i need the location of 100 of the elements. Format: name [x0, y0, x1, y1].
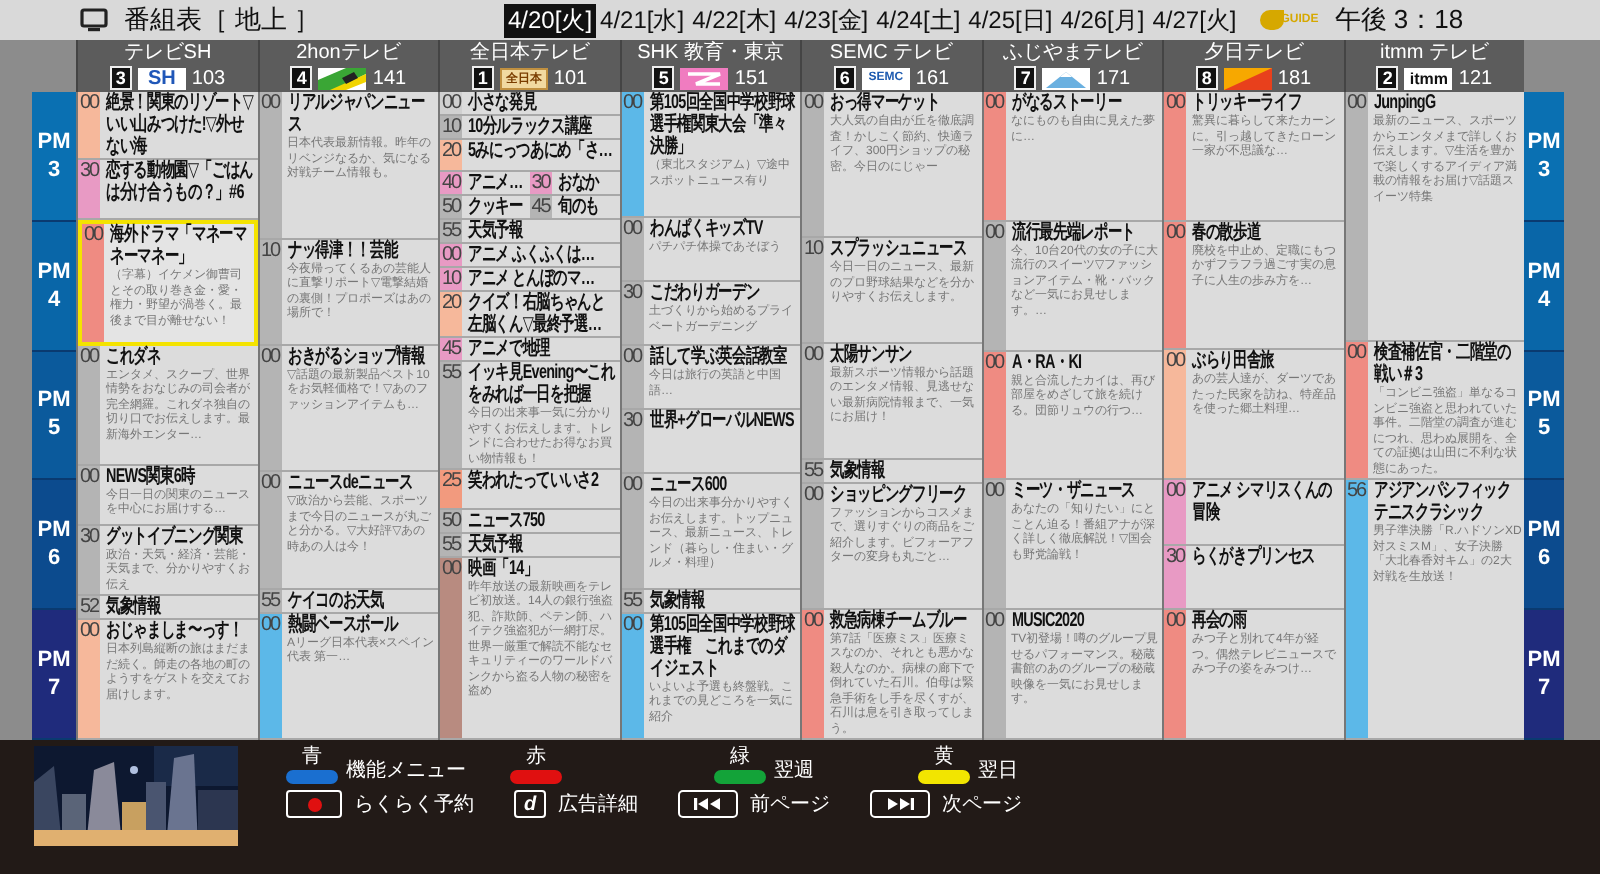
- program-cell[interactable]: 30 おなか: [529, 172, 619, 197]
- program-cell[interactable]: 00 アニメ シマリスくんの冒険: [1164, 479, 1343, 546]
- program-title: ニュース600: [649, 474, 727, 497]
- hour-label: PM 6: [1524, 480, 1564, 611]
- previous-page-icon[interactable]: [678, 790, 738, 818]
- program-cell[interactable]: 50 クッキー: [440, 196, 530, 221]
- key-function: 広告詳細: [558, 791, 638, 818]
- channel-name: テレビSH: [123, 42, 212, 64]
- program-title: クッキー: [468, 196, 525, 219]
- date-tab[interactable]: 4/20[火]: [504, 3, 597, 37]
- start-minute: 52: [78, 596, 100, 619]
- program-cell[interactable]: 00 アニメ ふくふくは…: [440, 244, 619, 269]
- channel-button: 5: [652, 66, 675, 90]
- program-title: おじゃましま〜っす！: [106, 620, 245, 643]
- channel-number: 181: [1277, 67, 1312, 89]
- program-title: NEWS関東6時: [106, 465, 198, 488]
- date-tab[interactable]: 4/24[土]: [872, 3, 965, 37]
- program-title: おきがるショップ情報: [287, 345, 427, 368]
- start-minute: 10: [802, 238, 824, 342]
- channel-header[interactable]: ふじやまテレビ 7 171: [981, 40, 1162, 92]
- start-minute: 00: [621, 474, 643, 588]
- program-title: クイズ！右脳ちゃんと左脳くん▽最終予選…: [468, 292, 607, 337]
- channel-number: 151: [734, 67, 769, 89]
- program-title: わんぱくキッズTV: [649, 218, 765, 241]
- program-cell[interactable]: 40 アニメ…: [440, 172, 530, 197]
- date-tab[interactable]: 4/23[金]: [780, 3, 873, 37]
- program-title: 5みにっつあにめ「さ…: [468, 140, 615, 162]
- program-title: こだわりガーデン: [649, 282, 760, 305]
- start-minute: 55: [259, 589, 281, 612]
- program-title: らくがきプリンセス: [1192, 545, 1318, 568]
- start-minute: 00: [1164, 92, 1186, 220]
- program-cell[interactable]: 30 恋する動物園▽「ごはんは分け合うもの？」#6: [78, 160, 257, 221]
- start-minute: 00: [78, 92, 100, 158]
- channel-header[interactable]: 2honテレビ 4 141: [257, 40, 438, 92]
- color-key-button[interactable]: [510, 770, 562, 784]
- key-function: 翌日: [978, 758, 1018, 784]
- clock-time: 午後 3：18: [1334, 2, 1464, 38]
- start-minute: 10: [259, 239, 281, 344]
- screen-title: 番組表［ 地上 ］: [124, 2, 323, 38]
- date-tab[interactable]: 4/26[月]: [1056, 3, 1149, 37]
- program-cell[interactable]: 20 クイズ！右脳ちゃんと左脳くん▽最終予選…: [440, 292, 619, 339]
- program-cell[interactable]: 10 10分ルラックス講座: [440, 116, 619, 140]
- color-key-button[interactable]: [918, 770, 970, 784]
- program-cell[interactable]: 55 天気予報: [440, 220, 619, 245]
- program-cell[interactable]: 55 気象情報: [802, 459, 981, 484]
- next-page-icon[interactable]: [870, 790, 930, 818]
- program-cell[interactable]: 50 ニュース750: [440, 509, 619, 534]
- program-cell[interactable]: 55 天気予報: [440, 533, 619, 558]
- program-cell[interactable]: 10 アニメ とんぼのマ…: [440, 268, 619, 293]
- channel-logo: [680, 67, 729, 89]
- program-cell[interactable]: 55 気象情報: [621, 589, 800, 614]
- start-minute: 30: [621, 410, 643, 473]
- program-title: 救急病棟チームブルー: [830, 609, 969, 631]
- channel-header[interactable]: テレビSH 3 SH 103: [76, 40, 257, 92]
- channel-header[interactable]: SHK 教育・東京 5 151: [619, 40, 800, 92]
- program-title: ナッ得津！！芸能: [287, 239, 400, 262]
- program-title: 旬のも: [557, 196, 601, 219]
- start-minute: 00: [621, 613, 643, 738]
- start-minute: 00: [983, 351, 1005, 479]
- program-title: アニメ ふくふくは…: [468, 244, 597, 267]
- program-title: 海外ドラマ「マネーマネーマネー」: [110, 224, 249, 269]
- start-minute: 10: [440, 116, 462, 138]
- date-tab[interactable]: 4/22[木]: [688, 3, 781, 37]
- d-button[interactable]: d: [514, 790, 546, 818]
- date-tab[interactable]: 4/27[火]: [1148, 3, 1241, 37]
- program-cell[interactable]: 55 ケイコのお天気: [259, 589, 438, 614]
- start-minute: 30: [78, 160, 100, 219]
- program-title: がなるストーリー: [1011, 92, 1124, 114]
- program-cell[interactable]: 45 アニメで地理: [440, 338, 619, 363]
- start-minute: 55: [802, 459, 824, 482]
- program-cell[interactable]: 20 5みにっつあにめ「さ…: [440, 140, 619, 173]
- program-cell[interactable]: 25 笑われたっていいさ2: [440, 470, 619, 510]
- program-cell[interactable]: 52 気象情報: [78, 596, 257, 621]
- program-title: ニュースdeニュース: [287, 472, 414, 495]
- program-title: ケイコのお天気: [287, 589, 386, 612]
- program-cell[interactable]: 30 世界+グローバルNEWS: [621, 410, 800, 475]
- color-key-button[interactable]: [286, 770, 338, 784]
- program-cell[interactable]: 30 らくがきプリンセス: [1164, 545, 1343, 611]
- channel-name: 全日本テレビ: [469, 42, 590, 64]
- start-minute: 20: [440, 292, 462, 337]
- program-title: 笑われたっていいさ2: [468, 470, 601, 493]
- channel-header[interactable]: itmm テレビ 2 itmm 121: [1343, 40, 1524, 92]
- program-title: 熱闘ベースボール: [287, 613, 400, 636]
- program-title: 10分ルラックス講座: [468, 116, 594, 138]
- program-title: おっ得マーケット: [830, 92, 942, 114]
- channel-header[interactable]: 夕日テレビ 8 181: [1162, 40, 1343, 92]
- start-minute: 00: [440, 92, 462, 114]
- channel-button: 8: [1195, 66, 1218, 90]
- date-tab[interactable]: 4/21[水]: [596, 3, 689, 37]
- hour-label: PM 7: [1524, 610, 1564, 740]
- date-tab[interactable]: 4/25[日]: [964, 3, 1057, 37]
- program-cell[interactable]: 45 旬のも: [529, 196, 619, 221]
- hour-label: PM 3: [1524, 92, 1564, 222]
- channel-number: 121: [1458, 67, 1493, 89]
- color-key-button[interactable]: [714, 770, 766, 784]
- key-label: 青: [302, 746, 322, 770]
- record-button[interactable]: [286, 790, 342, 818]
- start-minute: 30: [529, 172, 552, 195]
- key-label: 赤: [526, 746, 546, 770]
- program-title: 天気予報: [468, 220, 525, 243]
